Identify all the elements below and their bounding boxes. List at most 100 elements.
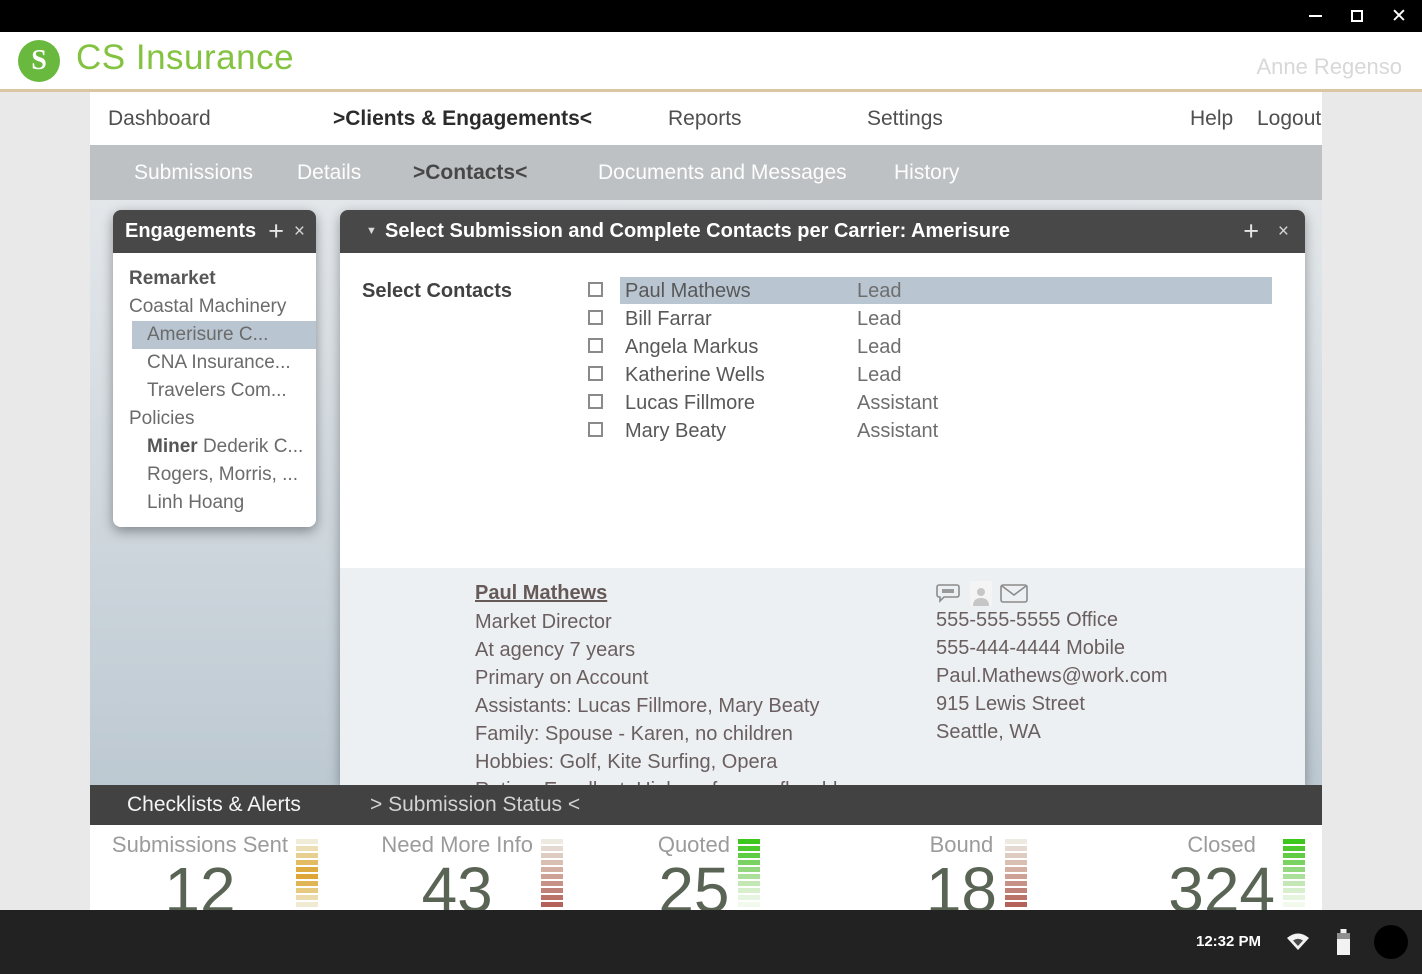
contact-detail-family: Family: Spouse - Karen, no children xyxy=(475,720,849,748)
clock[interactable]: 12:32 PM xyxy=(1196,910,1261,974)
stat-gauge-icon xyxy=(1005,839,1027,907)
stat-value: 25 xyxy=(658,858,730,910)
stat-closed: Closed 324 xyxy=(1168,825,1305,910)
plus-icon[interactable]: + xyxy=(1243,210,1259,253)
checklists-alerts-label[interactable]: Checklists & Alerts xyxy=(127,785,301,825)
nav-item-dashboard[interactable]: Dashboard xyxy=(108,92,211,145)
engagement-item-linh-hoang[interactable]: Linh Hoang xyxy=(113,489,316,517)
nav-item-help[interactable]: Help xyxy=(1190,92,1233,145)
contact-phone-mobile: 555-444-4444 Mobile xyxy=(936,634,1167,662)
engagement-item-cna-insurance[interactable]: CNA Insurance... xyxy=(113,349,316,377)
nav-item-logout[interactable]: Logout xyxy=(1257,92,1321,145)
contact-row[interactable]: Mary Beaty Assistant xyxy=(340,417,1305,445)
contact-detail-bio: Paul Mathews Market Director At agency 7… xyxy=(475,578,849,785)
app-title: CS Insurance xyxy=(76,38,294,78)
contact-checkbox[interactable] xyxy=(588,282,603,297)
contact-role: Assistant xyxy=(857,417,938,445)
engagement-item-amerisure[interactable]: Amerisure C... xyxy=(132,321,316,349)
cs-insurance-logo-icon: S xyxy=(18,40,60,82)
contact-checkbox[interactable] xyxy=(588,422,603,437)
nav-item-clients-engagements[interactable]: >Clients & Engagements< xyxy=(333,92,592,145)
engagement-item-coastal-machinery[interactable]: Coastal Machinery xyxy=(113,293,316,321)
stat-gauge-icon xyxy=(296,839,318,907)
right-gutter xyxy=(1322,92,1422,910)
contacts-panel-title: Select Submission and Complete Contacts … xyxy=(385,210,1010,253)
submission-status-toggle[interactable]: > Submission Status < xyxy=(370,785,580,825)
engagement-item-remarket[interactable]: Remarket xyxy=(113,265,316,293)
engagements-panel: Engagements + × Remarket Coastal Machine… xyxy=(113,210,316,527)
tab-submissions[interactable]: Submissions xyxy=(134,145,253,200)
contact-name[interactable]: Katherine Wells xyxy=(625,361,765,389)
tab-history[interactable]: History xyxy=(894,145,959,200)
engagement-item-policies[interactable]: Policies xyxy=(113,405,316,433)
contact-role: Lead xyxy=(857,277,902,305)
contact-role: Lead xyxy=(857,333,902,361)
contact-name[interactable]: Lucas Fillmore xyxy=(625,389,755,417)
close-icon[interactable]: × xyxy=(294,210,305,253)
contact-detail-assistants: Assistants: Lucas Fillmore, Mary Beaty xyxy=(475,692,849,720)
engagement-item-miner-dederik[interactable]: Miner Dederik C... xyxy=(113,433,316,461)
window-close-icon[interactable]: ✕ xyxy=(1390,7,1408,25)
nav-item-reports[interactable]: Reports xyxy=(668,92,742,145)
stat-quoted: Quoted 25 xyxy=(658,825,760,910)
contact-checkbox[interactable] xyxy=(588,338,603,353)
contact-detail-hobbies: Hobbies: Golf, Kite Surfing, Opera xyxy=(475,748,849,776)
chat-bubble-icon[interactable] xyxy=(936,583,962,603)
contact-email: Paul.Mathews@work.com xyxy=(936,662,1167,690)
battery-icon[interactable] xyxy=(1337,910,1350,974)
contact-row[interactable]: Paul Mathews Lead xyxy=(340,277,1305,305)
contact-role: Lead xyxy=(857,361,902,389)
os-titlebar: ✕ xyxy=(0,0,1422,32)
contact-row[interactable]: Angela Markus Lead xyxy=(340,333,1305,361)
system-taskbar: 12:32 PM xyxy=(0,910,1422,974)
contact-row[interactable]: Bill Farrar Lead xyxy=(340,305,1305,333)
contact-name[interactable]: Angela Markus xyxy=(625,333,758,361)
contact-name[interactable]: Paul Mathews xyxy=(625,277,751,305)
stat-gauge-icon xyxy=(1283,839,1305,907)
plus-icon[interactable]: + xyxy=(268,210,284,253)
current-user-name: Anne Regenso xyxy=(1256,54,1402,80)
email-icon[interactable] xyxy=(1000,584,1028,603)
window-minimize-icon[interactable] xyxy=(1306,7,1324,25)
stat-value: 18 xyxy=(926,858,997,910)
contact-row[interactable]: Katherine Wells Lead xyxy=(340,361,1305,389)
contact-row[interactable]: Lucas Fillmore Assistant xyxy=(340,389,1305,417)
contacts-panel-header: ▼ Select Submission and Complete Contact… xyxy=(340,210,1305,253)
contact-name[interactable]: Mary Beaty xyxy=(625,417,726,445)
workspace: Engagements + × Remarket Coastal Machine… xyxy=(90,200,1322,785)
tab-details[interactable]: Details xyxy=(297,145,361,200)
stat-value: 324 xyxy=(1168,858,1275,910)
logo-letter: S xyxy=(31,47,47,75)
contact-city-state: Seattle, WA xyxy=(936,718,1167,746)
window-maximize-icon[interactable] xyxy=(1348,7,1366,25)
contact-role: Lead xyxy=(857,305,902,333)
submission-status-strip: Submissions Sent 12 Need More Info 43 Qu… xyxy=(90,825,1322,910)
contact-role: Assistant xyxy=(857,389,938,417)
tab-contacts[interactable]: >Contacts< xyxy=(413,145,527,200)
stat-gauge-icon xyxy=(541,839,563,907)
contact-name[interactable]: Bill Farrar xyxy=(625,305,712,333)
contact-checkbox[interactable] xyxy=(588,366,603,381)
contacts-panel: ▼ Select Submission and Complete Contact… xyxy=(340,210,1305,785)
stat-value: 12 xyxy=(112,858,288,910)
contact-checkbox[interactable] xyxy=(588,394,603,409)
nav-item-settings[interactable]: Settings xyxy=(867,92,943,145)
contact-checkbox[interactable] xyxy=(588,310,603,325)
collapse-triangle-icon[interactable]: ▼ xyxy=(366,210,377,253)
secondary-nav: Submissions Details >Contacts< Documents… xyxy=(90,145,1322,200)
close-icon[interactable]: × xyxy=(1278,210,1289,253)
engagement-item-travelers[interactable]: Travelers Com... xyxy=(113,377,316,405)
stat-need-more-info: Need More Info 43 xyxy=(381,825,563,910)
contact-detail-contact-info: 555-555-5555 Office 555-444-4444 Mobile … xyxy=(936,580,1167,746)
engagement-item-rogers-morris[interactable]: Rogers, Morris, ... xyxy=(113,461,316,489)
wifi-icon[interactable] xyxy=(1286,910,1310,974)
stat-bound: Bound 18 xyxy=(926,825,1027,910)
contact-detail-name-link[interactable]: Paul Mathews xyxy=(475,578,849,608)
contact-detail-section: Paul Mathews Market Director At agency 7… xyxy=(340,568,1305,785)
launcher-circle-icon[interactable] xyxy=(1374,910,1408,974)
engagements-panel-title: Engagements xyxy=(125,210,256,253)
contact-card-icon[interactable] xyxy=(970,581,992,606)
contact-street: 915 Lewis Street xyxy=(936,690,1167,718)
contact-phone-office: 555-555-5555 Office xyxy=(936,606,1167,634)
tab-documents-and-messages[interactable]: Documents and Messages xyxy=(598,145,847,200)
